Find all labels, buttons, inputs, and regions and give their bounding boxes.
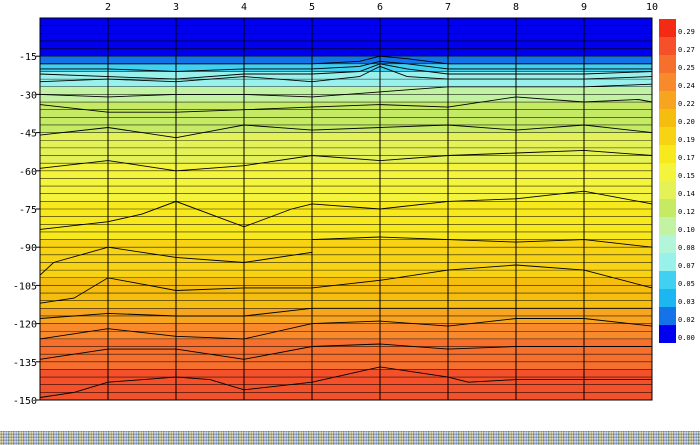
depth-band-8 — [40, 201, 652, 240]
colorbar-label: 0.29 — [678, 28, 695, 36]
x-tick-label: 2 — [105, 2, 111, 13]
x-tick-label: 9 — [581, 2, 587, 13]
colorbar-label: 0.07 — [678, 262, 695, 270]
colorbar-label: 0.22 — [678, 100, 695, 108]
contour-chart: 2 3 4 5 6 7 8 9 10 -15 -30 -45 -60 -75 -90 -105 -120 -13… — [13, 2, 695, 407]
colorbar-swatch — [659, 289, 676, 307]
colorbar-swatch — [659, 145, 676, 163]
colorbar-label: 0.00 — [678, 334, 695, 342]
colorbar-swatch — [659, 307, 676, 325]
y-tick-label: -75 — [19, 205, 37, 216]
y-tick-label: -135 — [13, 358, 37, 369]
y-tick-label: -45 — [19, 129, 37, 140]
colorbar-swatch — [659, 199, 676, 217]
colorbar: 0.29 0.27 0.25 0.24 0.22 0.20 0.19 0.17 0.15 0.14… — [659, 19, 695, 343]
y-tick-label: -30 — [19, 90, 37, 101]
noise-strip — [0, 431, 700, 445]
colorbar-swatch — [659, 109, 676, 127]
colorbar-label: 0.19 — [678, 136, 695, 144]
colorbar-label: 0.27 — [678, 46, 695, 54]
colorbar-swatch — [659, 325, 676, 343]
colorbar-label: 0.08 — [678, 244, 695, 252]
colorbar-label: 0.02 — [678, 316, 695, 324]
y-tick-label: -90 — [19, 243, 37, 254]
colorbar-swatch — [659, 235, 676, 253]
depth-band-9 — [40, 239, 652, 278]
colorbar-label: 0.15 — [678, 172, 695, 180]
y-axis-ticks: -15 -30 -45 -60 -75 -90 -105 -120 -135 -150 — [13, 52, 40, 407]
depth-band-1 — [40, 56, 652, 64]
x-tick-label: 4 — [241, 2, 247, 13]
x-tick-label: 8 — [513, 2, 519, 13]
colorbar-swatch — [659, 73, 676, 91]
x-axis-ticks: 2 3 4 5 6 7 8 9 10 — [105, 2, 658, 13]
x-tick-label: 10 — [646, 2, 658, 13]
colorbar-label: 0.20 — [678, 118, 695, 126]
colorbar-swatch — [659, 91, 676, 109]
colorbar-label: 0.10 — [678, 226, 695, 234]
y-tick-label: -60 — [19, 167, 37, 178]
colorbar-label: 0.05 — [678, 280, 695, 288]
colorbar-label: 0.25 — [678, 64, 695, 72]
colorbar-label: 0.03 — [678, 298, 695, 306]
colorbar-swatch — [659, 271, 676, 289]
x-tick-label: 7 — [445, 2, 451, 13]
colorbar-swatch — [659, 217, 676, 235]
y-tick-label: -120 — [13, 320, 37, 331]
colorbar-swatch — [659, 163, 676, 181]
y-tick-label: -105 — [13, 281, 37, 292]
colorbar-swatch — [659, 55, 676, 73]
x-tick-label: 6 — [377, 2, 383, 13]
colorbar-label: 0.14 — [678, 190, 695, 198]
colorbar-swatch — [659, 181, 676, 199]
colorbar-swatch — [659, 127, 676, 145]
colorbar-label: 0.17 — [678, 154, 695, 162]
y-tick-label: -15 — [19, 52, 37, 63]
colorbar-swatch — [659, 19, 676, 37]
colorbar-label: 0.24 — [678, 82, 695, 90]
x-tick-label: 3 — [173, 2, 179, 13]
depth-band-7 — [40, 163, 652, 202]
colorbar-swatch — [659, 253, 676, 271]
depth-band-0 — [40, 18, 652, 57]
y-tick-label: -150 — [13, 396, 37, 407]
colorbar-swatch — [659, 37, 676, 55]
x-tick-label: 5 — [309, 2, 315, 13]
colorbar-label: 0.12 — [678, 208, 695, 216]
depth-band-2 — [40, 63, 652, 72]
